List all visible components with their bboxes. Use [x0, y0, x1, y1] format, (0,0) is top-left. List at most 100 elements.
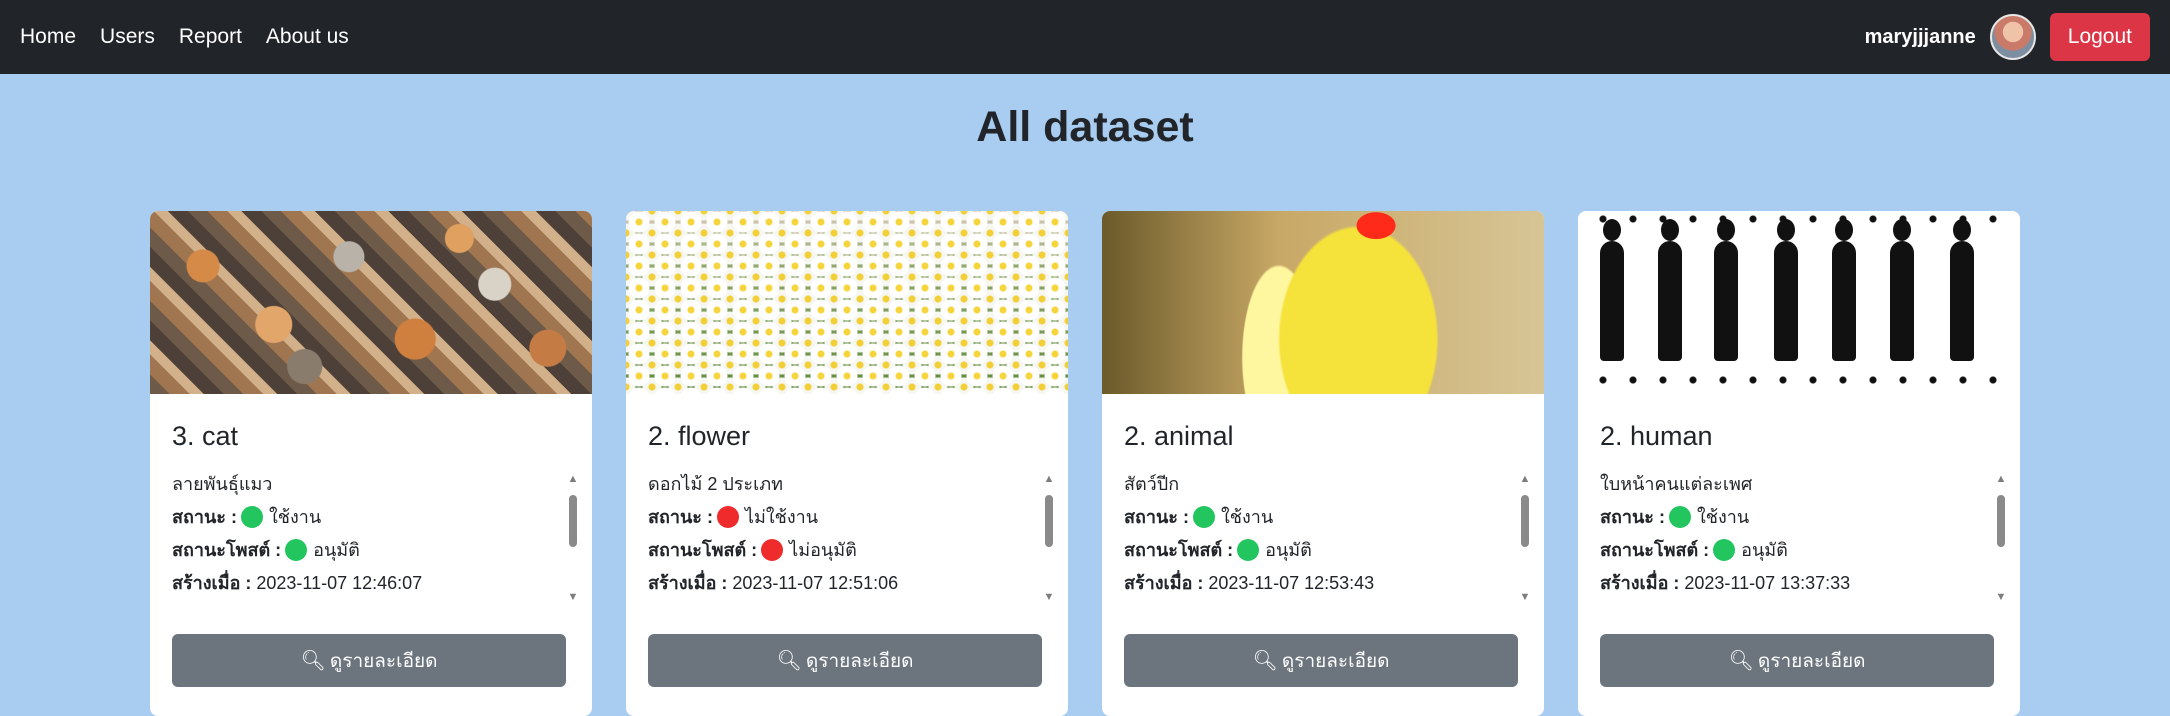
- scroll-down-arrow-icon[interactable]: ▼: [1518, 591, 1532, 603]
- card-scrollbar[interactable]: ▲ ▼: [566, 473, 580, 603]
- created-value: 2023-11-07 12:53:43: [1208, 573, 1375, 593]
- nav-links: Home Users Report About us: [20, 25, 349, 49]
- status-label: สถานะ :: [172, 507, 237, 527]
- search-icon: 🔍︎: [1252, 650, 1278, 672]
- created-label: สร้างเมื่อ :: [1600, 573, 1680, 593]
- person-silhouette-icon: [1600, 219, 1624, 361]
- card-body: 2. flower ดอกไม้ 2 ประเภท สถานะ : ไม่ใช้ง…: [648, 421, 1046, 600]
- status-label: สถานะ :: [1600, 507, 1665, 527]
- person-silhouette-icon: [1950, 219, 1974, 361]
- approval-value: อนุมัติ: [1265, 540, 1312, 560]
- status-line: สถานะ : ใช้งาน: [1124, 501, 1522, 534]
- scroll-down-arrow-icon[interactable]: ▼: [566, 591, 580, 603]
- status-line: สถานะ : ใช้งาน: [172, 501, 570, 534]
- created-label: สร้างเมื่อ :: [648, 573, 728, 593]
- scroll-down-arrow-icon[interactable]: ▼: [1042, 591, 1056, 603]
- status-dot-icon: [240, 506, 263, 528]
- dataset-card-human: 2. human ใบหน้าคนแต่ละเพศ สถานะ : ใช้งาน …: [1578, 211, 2020, 716]
- search-icon: 🔍︎: [300, 650, 326, 672]
- card-title: 2. animal: [1124, 421, 1234, 451]
- decorative-dots: [1588, 215, 2008, 223]
- card-description: ลายพันธุ์แมว: [172, 474, 273, 494]
- approval-dot-icon: [285, 539, 308, 561]
- status-value: ใช้งาน: [268, 507, 322, 527]
- approval-label: สถานะโพสต์ :: [648, 540, 758, 560]
- person-silhouette-icon: [1774, 219, 1798, 361]
- view-details-label: ดูรายละเอียด: [1757, 650, 1866, 672]
- status-value: ไม่ใช้งาน: [744, 507, 819, 527]
- created-line: สร้างเมื่อ : 2023-11-07 12:53:43: [1124, 567, 1522, 600]
- decorative-dots: [1588, 376, 2008, 384]
- approval-line: สถานะโพสต์ : อนุมัติ: [1124, 534, 1522, 567]
- view-details-label: ดูรายละเอียด: [805, 650, 914, 672]
- dataset-card-flower: 2. flower ดอกไม้ 2 ประเภท สถานะ : ไม่ใช้ง…: [626, 211, 1068, 716]
- search-icon: 🔍︎: [776, 650, 802, 672]
- view-details-button[interactable]: 🔍︎ ดูรายละเอียด: [1600, 634, 1994, 687]
- scroll-up-arrow-icon[interactable]: ▲: [566, 473, 580, 485]
- status-label: สถานะ :: [1124, 507, 1189, 527]
- scroll-up-arrow-icon[interactable]: ▲: [1518, 473, 1532, 485]
- card-title: 3. cat: [172, 421, 239, 451]
- nav-link-home[interactable]: Home: [20, 25, 76, 49]
- created-label: สร้างเมื่อ :: [1124, 573, 1204, 593]
- card-title: 2. flower: [648, 421, 751, 451]
- scroll-thumb[interactable]: [569, 495, 577, 547]
- scroll-thumb[interactable]: [1045, 495, 1053, 547]
- approval-dot-icon: [761, 539, 784, 561]
- status-value: ใช้งาน: [1220, 507, 1274, 527]
- scroll-down-arrow-icon[interactable]: ▼: [1994, 591, 2008, 603]
- scroll-up-arrow-icon[interactable]: ▲: [1994, 473, 2008, 485]
- nav-link-about-us[interactable]: About us: [266, 25, 349, 49]
- created-value: 2023-11-07 12:46:07: [256, 573, 423, 593]
- scroll-thumb[interactable]: [1521, 495, 1529, 547]
- view-details-label: ดูรายละเอียด: [1281, 650, 1390, 672]
- scroll-thumb[interactable]: [1997, 495, 2005, 547]
- status-dot-icon: [1668, 506, 1691, 528]
- approval-label: สถานะโพสต์ :: [172, 540, 282, 560]
- status-dot-icon: [1192, 506, 1215, 528]
- view-details-button[interactable]: 🔍︎ ดูรายละเอียด: [1124, 634, 1518, 687]
- created-line: สร้างเมื่อ : 2023-11-07 12:46:07: [172, 567, 570, 600]
- dataset-card-cat: 3. cat ลายพันธุ์แมว สถานะ : ใช้งาน สถานะโ…: [150, 211, 592, 716]
- person-silhouette-icon: [1890, 219, 1914, 361]
- approval-line: สถานะโพสต์ : อนุมัติ: [1600, 534, 1998, 567]
- dataset-card-animal: 2. animal สัตว์ปีก สถานะ : ใช้งาน สถานะโพ…: [1102, 211, 1544, 716]
- view-details-button[interactable]: 🔍︎ ดูรายละเอียด: [648, 634, 1042, 687]
- created-line: สร้างเมื่อ : 2023-11-07 13:37:33: [1600, 567, 1998, 600]
- card-body: 2. human ใบหน้าคนแต่ละเพศ สถานะ : ใช้งาน …: [1600, 421, 1998, 600]
- person-silhouette-icon: [1832, 219, 1856, 361]
- card-description: ใบหน้าคนแต่ละเพศ: [1600, 474, 1753, 494]
- card-scrollbar[interactable]: ▲ ▼: [1042, 473, 1056, 603]
- card-description: สัตว์ปีก: [1124, 474, 1180, 494]
- avatar[interactable]: [1989, 14, 2036, 60]
- nav-link-users[interactable]: Users: [100, 25, 155, 49]
- created-value: 2023-11-07 12:51:06: [732, 573, 899, 593]
- approval-value: อนุมัติ: [1741, 540, 1788, 560]
- status-line: สถานะ : ใช้งาน: [1600, 501, 1998, 534]
- nav-user-area: maryjjjanne Logout: [1865, 13, 2150, 61]
- search-icon: 🔍︎: [1728, 650, 1754, 672]
- person-silhouette-icon: [1714, 219, 1738, 361]
- created-value: 2023-11-07 13:37:33: [1684, 573, 1851, 593]
- card-scrollbar[interactable]: ▲ ▼: [1994, 473, 2008, 603]
- card-scrollbar[interactable]: ▲ ▼: [1518, 473, 1532, 603]
- approval-value: อนุมัติ: [313, 540, 360, 560]
- approval-label: สถานะโพสต์ :: [1124, 540, 1234, 560]
- approval-dot-icon: [1713, 539, 1736, 561]
- nav-link-report[interactable]: Report: [179, 25, 242, 49]
- approval-line: สถานะโพสต์ : ไม่อนุมัติ: [648, 534, 1046, 567]
- view-details-button[interactable]: 🔍︎ ดูรายละเอียด: [172, 634, 566, 687]
- view-details-label: ดูรายละเอียด: [329, 650, 438, 672]
- status-dot-icon: [716, 506, 739, 528]
- card-body: 2. animal สัตว์ปีก สถานะ : ใช้งาน สถานะโพ…: [1124, 421, 1522, 600]
- cats-image: [150, 211, 592, 394]
- status-line: สถานะ : ไม่ใช้งาน: [648, 501, 1046, 534]
- scroll-up-arrow-icon[interactable]: ▲: [1042, 473, 1056, 485]
- status-value: ใช้งาน: [1696, 507, 1750, 527]
- parrot-image: [1102, 211, 1544, 394]
- approval-value: ไม่อนุมัติ: [789, 540, 857, 560]
- navbar: Home Users Report About us maryjjjanne L…: [0, 0, 2170, 74]
- card-body: 3. cat ลายพันธุ์แมว สถานะ : ใช้งาน สถานะโ…: [172, 421, 570, 600]
- logout-button[interactable]: Logout: [2049, 13, 2150, 61]
- approval-dot-icon: [1237, 539, 1260, 561]
